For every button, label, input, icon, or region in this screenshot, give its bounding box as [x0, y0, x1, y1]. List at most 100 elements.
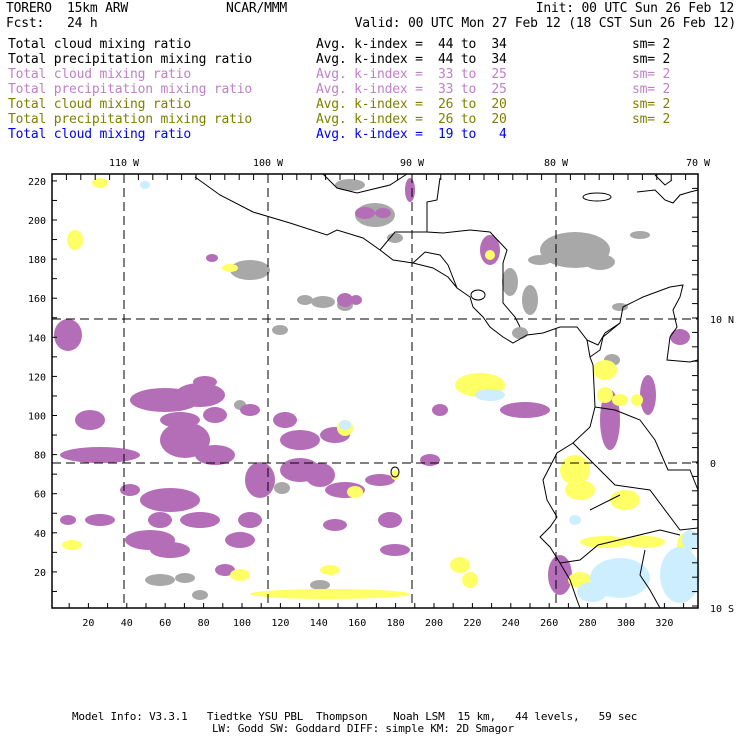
purple-cloud-region [238, 512, 262, 528]
x-tick-label: 240 [502, 618, 520, 629]
yellow-cloud-region [560, 455, 590, 485]
y-tick-label: 140 [28, 333, 46, 344]
yellow-cloud-region [612, 394, 628, 406]
yellow-cloud-region [625, 536, 665, 548]
latitude-label: 10 S [710, 604, 734, 615]
y-tick-label: 220 [28, 177, 46, 188]
purple-cloud-region [375, 208, 391, 218]
cuba [654, 174, 673, 186]
y-tick-label: 80 [34, 451, 46, 462]
yellow-cloud-region [593, 360, 617, 380]
gray-cloud-region [297, 295, 313, 305]
yellow-cloud-region [631, 394, 643, 406]
x-tick-label: 200 [425, 618, 443, 629]
latitude-label: 10 N [710, 315, 734, 326]
purple-cloud-region [432, 404, 448, 416]
x-tick-label: 40 [121, 618, 133, 629]
yellow-cloud-region [450, 557, 470, 573]
gray-cloud-region [311, 296, 335, 308]
purple-cloud-region [365, 474, 395, 486]
x-tick-label: 140 [310, 618, 328, 629]
axis-labels: 110 W 100 W 90 W 80 W 70 W 10 N 0 10 S 20 40 60 80 1… [28, 158, 734, 629]
purple-cloud-region [75, 410, 105, 430]
cloud-fields [54, 178, 700, 603]
y-tick-label: 100 [28, 412, 46, 423]
yellow-cloud-region [462, 572, 478, 588]
lightblue-cloud-region [660, 547, 700, 603]
x-tick-label: 280 [579, 618, 597, 629]
yellow-cloud-region [222, 264, 238, 272]
purple-cloud-region [54, 319, 82, 351]
purple-cloud-region [380, 544, 410, 556]
purple-cloud-region [280, 430, 320, 450]
x-tick-label: 260 [540, 618, 558, 629]
purple-cloud-region [60, 515, 76, 525]
x-tick-label: 160 [348, 618, 366, 629]
x-tick-label: 180 [387, 618, 405, 629]
lightblue-cloud-region [569, 515, 581, 525]
purple-cloud-region [378, 512, 402, 528]
gray-cloud-region [175, 573, 195, 583]
x-tick-label: 60 [159, 618, 171, 629]
y-tick-label: 40 [34, 529, 46, 540]
gray-cloud-region [145, 574, 175, 586]
purple-cloud-region [355, 207, 375, 219]
x-tick-label: 120 [271, 618, 289, 629]
border-line [639, 549, 661, 609]
x-tick-label: 80 [198, 618, 210, 629]
border-line [586, 322, 621, 346]
purple-cloud-region [548, 555, 572, 595]
gray-cloud-region [274, 482, 290, 494]
y-tick-label: 20 [34, 568, 46, 579]
x-tick-label: 300 [617, 618, 635, 629]
y-tick-label: 120 [28, 372, 46, 383]
lightblue-cloud-region [682, 530, 698, 550]
y-tick-label: 180 [28, 255, 46, 266]
yellow-cloud-region [230, 569, 250, 581]
gray-cloud-region [612, 303, 628, 311]
purple-cloud-region [206, 254, 218, 262]
yellow-cloud-region [565, 480, 595, 500]
gray-cloud-region [522, 285, 538, 315]
yellow-cloud-region [92, 178, 108, 188]
longitude-label: 90 W [400, 158, 425, 169]
purple-cloud-region [85, 514, 115, 526]
purple-cloud-region [203, 407, 227, 423]
purple-cloud-region [150, 542, 190, 558]
gray-cloud-region [335, 179, 365, 191]
lake-nicaragua [470, 289, 486, 301]
yellow-cloud-region [320, 565, 340, 575]
purple-cloud-region [500, 402, 550, 418]
purple-cloud-region [670, 329, 690, 345]
purple-cloud-region [160, 412, 200, 428]
purple-cloud-region [273, 412, 297, 428]
purple-cloud-region [140, 488, 200, 512]
gray-cloud-region [528, 255, 552, 265]
yucatan-coastline [426, 177, 521, 328]
gray-cloud-region [272, 325, 288, 335]
x-tick-label: 20 [82, 618, 94, 629]
map-plot: 110 W 100 W 90 W 80 W 70 W 10 N 0 10 S 20 40 60 80 1… [28, 158, 734, 629]
caribbean-coastline [589, 284, 699, 363]
longitude-label: 100 W [253, 158, 284, 169]
yellow-cloud-region [485, 250, 495, 260]
yellow-cloud-region [250, 589, 410, 599]
y-tick-label: 60 [34, 490, 46, 501]
gray-cloud-region [585, 254, 615, 270]
purple-cloud-region [640, 375, 656, 415]
yellow-cloud-region [347, 486, 363, 498]
purple-cloud-region [323, 519, 347, 531]
longitude-label: 80 W [544, 158, 569, 169]
longitude-label: 70 W [686, 158, 711, 169]
border-line [379, 231, 427, 251]
yellow-cloud-region [62, 540, 82, 550]
purple-cloud-region [420, 454, 440, 466]
purple-cloud-region [148, 512, 172, 528]
model-info-line2: LW: Godd SW: Goddard DIFF: simple KM: 2D… [212, 722, 514, 735]
jamaica [582, 192, 612, 202]
lightblue-cloud-region [339, 420, 351, 430]
y-tick-label: 160 [28, 294, 46, 305]
x-tick-label: 100 [233, 618, 251, 629]
purple-cloud-region [305, 463, 335, 487]
purple-cloud-region [193, 376, 217, 388]
